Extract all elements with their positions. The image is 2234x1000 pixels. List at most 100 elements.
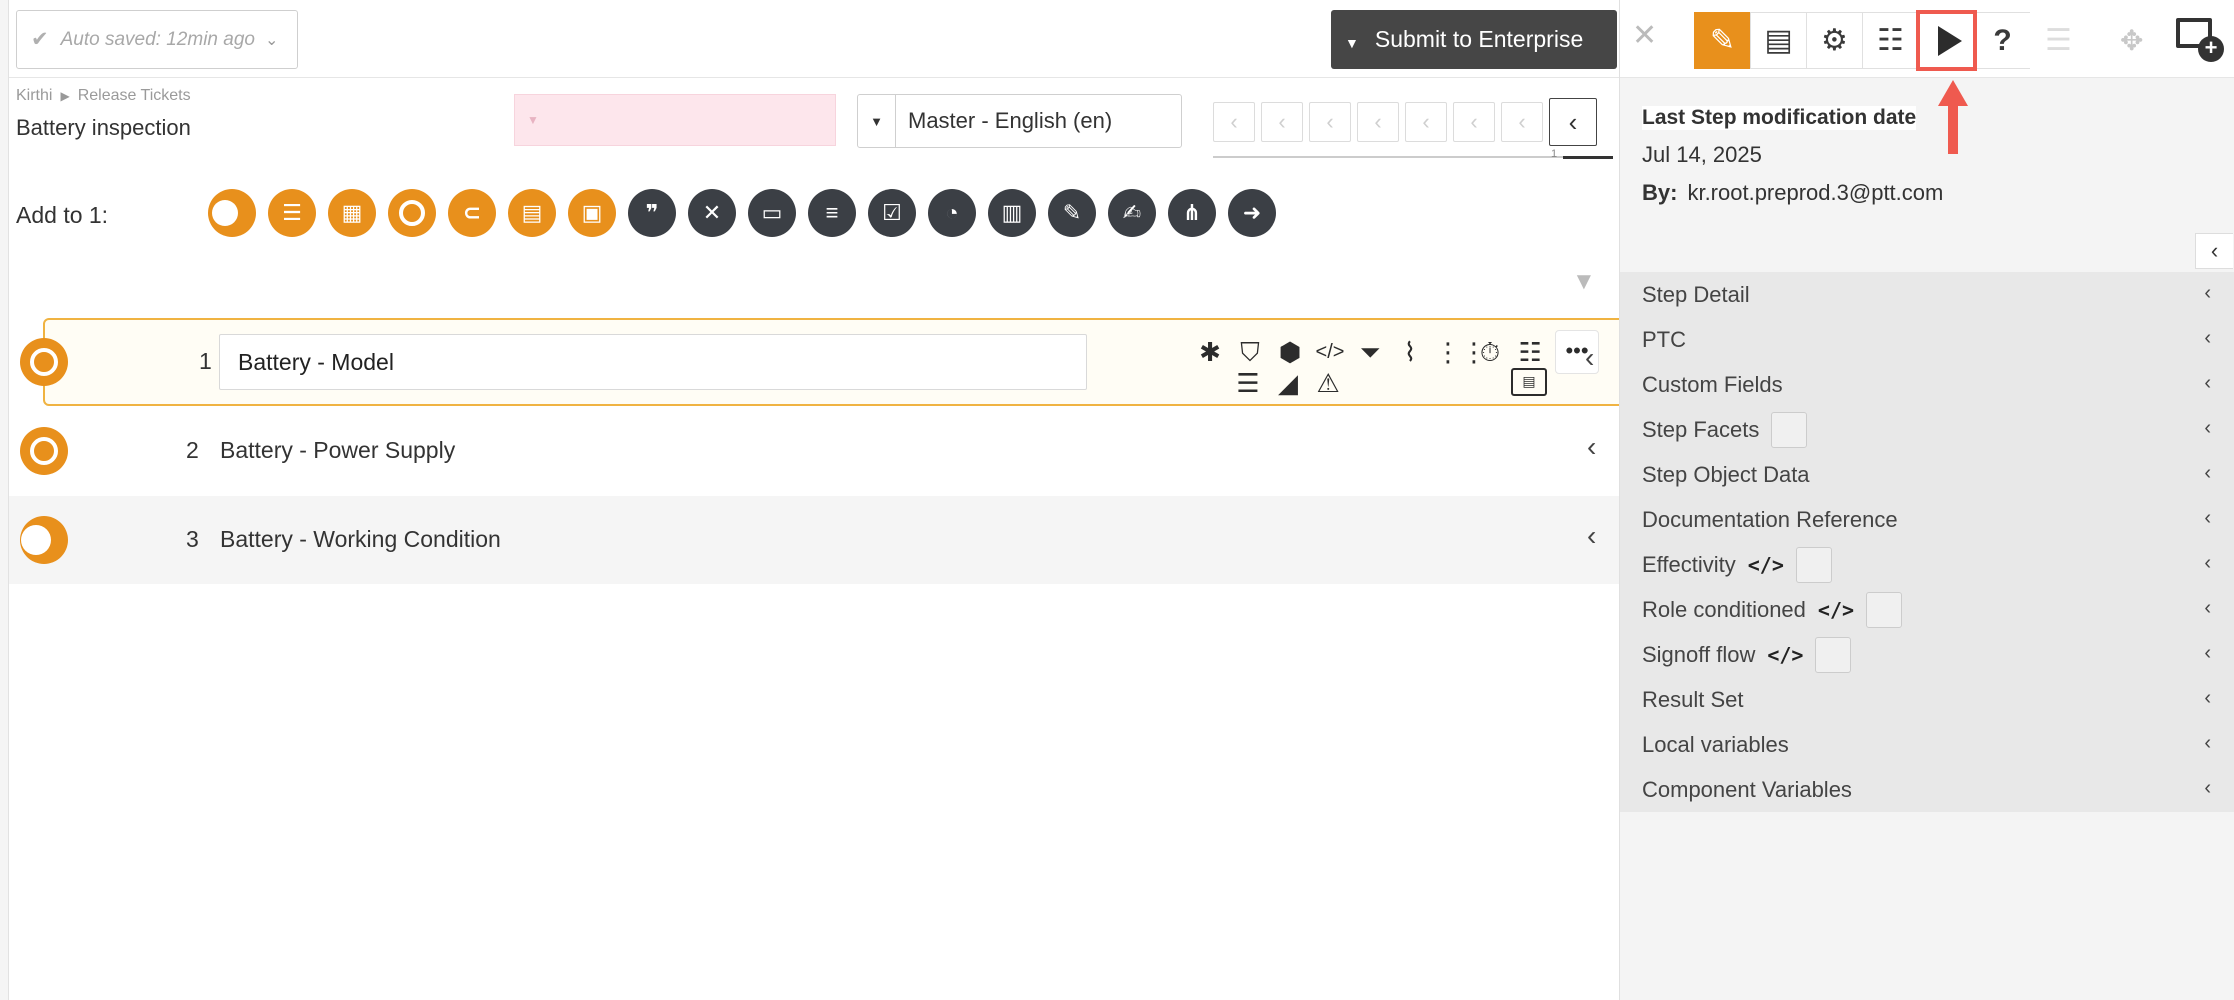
share-icon[interactable]: ⋔ (1168, 189, 1216, 237)
section-step-object-data[interactable]: Step Object Data ‹ (1620, 452, 2234, 497)
status-select[interactable]: ▼ (514, 94, 836, 146)
step-row[interactable]: 3 Battery - Working Condition ‹ (9, 496, 1619, 584)
checklist-icon[interactable]: ☷ (1862, 12, 1919, 69)
chevron-left-icon: ‹ (2204, 642, 2211, 664)
chevron-left-icon: ‹ (2204, 507, 2211, 529)
section-signoff-flow[interactable]: Signoff flow </> ‹ (1620, 632, 2234, 677)
grid-icon[interactable]: ⋮⋮ (1435, 337, 1487, 367)
chevron-left-icon: ‹ (2204, 552, 2211, 574)
by-value: kr.root.preprod.3@ptt.com (1687, 180, 1944, 205)
section-checkbox[interactable] (1815, 636, 1852, 673)
paperclip-icon[interactable]: ⌇ (1395, 337, 1425, 367)
pager-track-selected (1563, 156, 1613, 159)
stopwatch-icon[interactable]: ⏱ (1475, 337, 1505, 367)
section-documentation-reference[interactable]: Documentation Reference ‹ (1620, 497, 2234, 542)
checklist-icon[interactable]: ☰ (1233, 368, 1263, 398)
step-row[interactable]: 2 Battery - Power Supply ‹ (9, 407, 1619, 495)
step-status-ring-icon[interactable] (20, 338, 68, 386)
step-title[interactable]: Battery - Power Supply (220, 437, 455, 464)
checklist-icon[interactable]: ▤ (508, 189, 556, 237)
section-label: Local variables (1642, 731, 1789, 757)
clock-icon[interactable]: ◔ (928, 189, 976, 237)
numbered-list-icon[interactable]: ☰ (268, 189, 316, 237)
shield-icon[interactable]: ⛉ (1235, 337, 1265, 367)
half-circle-icon[interactable] (208, 189, 256, 237)
section-checkbox[interactable] (1866, 591, 1903, 628)
filter-icon[interactable]: ▼ (1572, 268, 1596, 296)
database-icon[interactable]: ☷ (1515, 337, 1545, 367)
slope-icon[interactable]: ◢ (1273, 368, 1303, 398)
pager-button[interactable]: ‹ (1453, 102, 1495, 142)
clipboard-icon[interactable]: ▤ (1750, 12, 1807, 69)
tag-icon[interactable]: ⬢ (1275, 337, 1305, 367)
section-checkbox[interactable] (1771, 411, 1808, 448)
section-result-set[interactable]: Result Set ‹ (1620, 677, 2234, 722)
add-layout-icon[interactable]: + (2176, 16, 2226, 62)
code-icon: </> (1767, 642, 1804, 667)
table-icon[interactable]: ▦ (328, 189, 376, 237)
breadcrumb-child[interactable]: Release Tickets (78, 87, 191, 105)
section-label: PTC (1642, 326, 1686, 352)
pencil-icon[interactable]: ✎ (1694, 12, 1751, 69)
section-step-facets[interactable]: Step Facets ‹ (1620, 407, 2234, 452)
breadcrumb: Kirthi ▶ Release Tickets (16, 87, 191, 105)
help-icon[interactable]: ? (1974, 12, 2031, 69)
pager-button[interactable]: ‹ (1213, 102, 1255, 142)
step-status-ring-icon[interactable] (20, 427, 68, 475)
chevron-left-icon: ‹ (2204, 417, 2211, 439)
filter-icon[interactable]: ⏷ (1355, 337, 1385, 367)
breadcrumb-parent[interactable]: Kirthi (16, 87, 52, 105)
signature-icon[interactable]: ✍ (1108, 189, 1156, 237)
step-title[interactable]: Battery - Working Condition (220, 526, 501, 553)
input-field-icon[interactable]: ▭ (748, 189, 796, 237)
chevron-down-icon: ⌄ (264, 31, 279, 49)
code-icon[interactable]: </> (1315, 337, 1345, 367)
step-title-input[interactable]: Battery - Model (219, 334, 1087, 390)
pager-button[interactable]: ‹ (1501, 102, 1543, 142)
section-custom-fields[interactable]: Custom Fields ‹ (1620, 362, 2234, 407)
pager-button[interactable]: ‹ (1405, 102, 1447, 142)
pager-button[interactable]: ‹ (1261, 102, 1303, 142)
film-icon[interactable]: ▣ (568, 189, 616, 237)
section-ptc[interactable]: PTC ‹ (1620, 317, 2234, 362)
chevron-left-icon[interactable]: ‹ (1587, 520, 1596, 552)
list-icon[interactable]: ☰ (2030, 12, 2087, 69)
cross-check-icon[interactable]: ✕ (688, 189, 736, 237)
section-step-detail[interactable]: Step Detail ‹ (1620, 272, 2234, 317)
pager-button-active[interactable]: ‹ (1549, 98, 1597, 146)
language-select[interactable]: ▼ Master - English (en) (857, 94, 1182, 148)
calculator-icon[interactable]: ▥ (988, 189, 1036, 237)
play-icon[interactable] (1916, 10, 1977, 71)
chevron-left-icon[interactable]: ‹ (1585, 342, 1594, 374)
task-list-icon[interactable]: ≡ (808, 189, 856, 237)
id-card-icon[interactable]: ▤ (1511, 368, 1547, 396)
code-icon: </> (1747, 552, 1784, 577)
section-local-variables[interactable]: Local variables ‹ (1620, 722, 2234, 767)
warning-icon[interactable]: ⚠ (1313, 368, 1343, 398)
section-component-variables[interactable]: Component Variables ‹ (1620, 767, 2234, 812)
attachment-icon[interactable]: ⊂ (448, 189, 496, 237)
checkbox-icon[interactable]: ☑ (868, 189, 916, 237)
quote-icon[interactable]: ❞ (628, 189, 676, 237)
pager-button[interactable]: ‹ (1357, 102, 1399, 142)
section-label: Signoff flow (1642, 641, 1756, 667)
ring-icon[interactable] (388, 189, 436, 237)
arrow-right-icon[interactable]: ➜ (1228, 189, 1276, 237)
move-icon[interactable]: ✥ (2120, 24, 2143, 57)
chevron-left-icon[interactable]: ‹ (1587, 431, 1596, 463)
step-number: 1 (199, 348, 212, 374)
section-label: Result Set (1642, 686, 1744, 712)
ruler-pencil-icon[interactable]: ✎ (1048, 189, 1096, 237)
autosave-dropdown[interactable]: ✔ Auto saved: 12min ago ⌄ (16, 10, 298, 69)
step-status-half-icon[interactable] (20, 516, 68, 564)
close-icon[interactable]: ✕ (1632, 18, 1657, 53)
asterisk-icon[interactable]: ✱ (1195, 337, 1225, 367)
pager-button[interactable]: ‹ (1309, 102, 1351, 142)
step-row[interactable]: 1 Battery - Model ✱ ⛉ ⬢ </> ⏷ ⌇ ⋮⋮ ⏱ ☷ •… (43, 318, 1627, 406)
section-role-conditioned[interactable]: Role conditioned </> ‹ (1620, 587, 2234, 632)
collapse-panel-button[interactable]: ‹ (2195, 233, 2233, 269)
submit-to-enterprise-button[interactable]: ▼ Submit to Enterprise (1331, 10, 1617, 69)
section-checkbox[interactable] (1795, 546, 1832, 583)
section-effectivity[interactable]: Effectivity </> ‹ (1620, 542, 2234, 587)
gear-icon[interactable]: ⚙ (1806, 12, 1863, 69)
